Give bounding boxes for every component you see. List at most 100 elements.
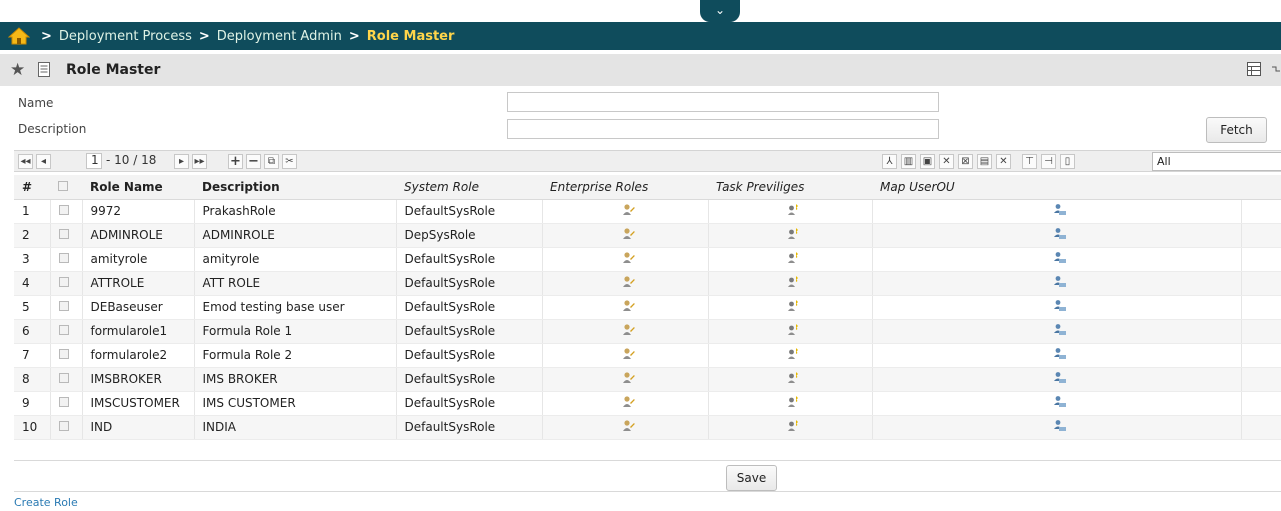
- role-name-link[interactable]: ATTROLE: [82, 271, 195, 296]
- collapse-header-toggle[interactable]: ⌄: [700, 0, 740, 22]
- user-edit-icon[interactable]: [622, 420, 635, 435]
- user-key-icon[interactable]: [787, 348, 800, 363]
- table-row[interactable]: 1 9972 PrakashRole DefaultSysRole: [14, 199, 1281, 224]
- filter-select[interactable]: All: [1152, 152, 1281, 171]
- user-edit-icon[interactable]: [622, 348, 635, 363]
- cut-row-icon[interactable]: ✂: [282, 154, 297, 169]
- pdf-export-icon[interactable]: ⅄: [882, 154, 897, 169]
- user-key-icon[interactable]: [787, 204, 800, 219]
- breadcrumb-deployment-admin[interactable]: Deployment Admin: [217, 29, 342, 44]
- user-edit-icon[interactable]: [622, 324, 635, 339]
- row-checkbox[interactable]: [50, 343, 83, 368]
- system-role-link[interactable]: DefaultSysRole: [396, 415, 543, 440]
- select-all-checkbox[interactable]: [50, 175, 82, 200]
- role-name-link[interactable]: DEBaseuser: [82, 295, 195, 320]
- system-role-link[interactable]: DepSysRole: [396, 223, 543, 248]
- system-role-link[interactable]: DefaultSysRole: [396, 367, 543, 392]
- table-row[interactable]: 7 formularole2 Formula Role 2 DefaultSysRol…: [14, 343, 1281, 368]
- last-page-icon[interactable]: ▸▸: [192, 154, 207, 169]
- user-key-icon[interactable]: [787, 252, 800, 267]
- freeze-column-icon[interactable]: ⊤: [1022, 154, 1037, 169]
- row-checkbox[interactable]: [50, 295, 83, 320]
- role-name-link[interactable]: IND: [82, 415, 195, 440]
- html-export-icon[interactable]: ▣: [920, 154, 935, 169]
- user-group-icon[interactable]: [1053, 300, 1067, 315]
- row-checkbox[interactable]: [50, 199, 83, 224]
- table-row[interactable]: 4 ATTROLE ATT ROLE DefaultSysRole: [14, 271, 1281, 296]
- columns-icon[interactable]: ▯: [1060, 154, 1075, 169]
- user-edit-icon[interactable]: [622, 228, 635, 243]
- user-group-icon[interactable]: [1053, 276, 1067, 291]
- role-name-link[interactable]: 9972: [82, 199, 195, 224]
- user-edit-icon[interactable]: [622, 204, 635, 219]
- table-row[interactable]: 8 IMSBROKER IMS BROKER DefaultSysRole: [14, 367, 1281, 392]
- row-checkbox[interactable]: [50, 391, 83, 416]
- fetch-button[interactable]: Fetch: [1206, 117, 1267, 143]
- user-group-icon[interactable]: [1053, 396, 1067, 411]
- user-group-icon[interactable]: [1053, 324, 1067, 339]
- next-page-icon[interactable]: ▸: [174, 154, 189, 169]
- role-name-link[interactable]: amityrole: [82, 247, 195, 272]
- row-checkbox[interactable]: [50, 367, 83, 392]
- breadcrumb-deployment-process[interactable]: Deployment Process: [59, 29, 192, 44]
- excel-export-icon[interactable]: ✕: [939, 154, 954, 169]
- home-icon[interactable]: [7, 26, 31, 46]
- save-button[interactable]: Save: [726, 465, 777, 491]
- row-checkbox[interactable]: [50, 415, 83, 440]
- user-key-icon[interactable]: [787, 228, 800, 243]
- role-name-link[interactable]: formularole1: [82, 319, 195, 344]
- row-checkbox[interactable]: [50, 319, 83, 344]
- user-edit-icon[interactable]: [622, 396, 635, 411]
- user-edit-icon[interactable]: [622, 300, 635, 315]
- role-name-link[interactable]: IMSCUSTOMER: [82, 391, 195, 416]
- table-row[interactable]: 9 IMSCUSTOMER IMS CUSTOMER DefaultSysRole: [14, 391, 1281, 416]
- table-row[interactable]: 5 DEBaseuser Emod testing base user Default…: [14, 295, 1281, 320]
- user-group-icon[interactable]: [1053, 228, 1067, 243]
- previous-page-icon[interactable]: ◂: [36, 154, 51, 169]
- copy-row-icon[interactable]: ⧉: [264, 154, 279, 169]
- star-icon[interactable]: ★: [10, 60, 32, 80]
- system-role-link[interactable]: DefaultSysRole: [396, 271, 543, 296]
- user-group-icon[interactable]: [1053, 348, 1067, 363]
- user-group-icon[interactable]: [1053, 204, 1067, 219]
- user-group-icon[interactable]: [1053, 372, 1067, 387]
- user-key-icon[interactable]: [787, 324, 800, 339]
- create-role-link[interactable]: Create Role: [14, 496, 78, 509]
- role-name-link[interactable]: IMSBROKER: [82, 367, 195, 392]
- user-edit-icon[interactable]: [622, 372, 635, 387]
- row-checkbox[interactable]: [50, 223, 83, 248]
- user-group-icon[interactable]: [1053, 420, 1067, 435]
- system-role-link[interactable]: DefaultSysRole: [396, 247, 543, 272]
- description-input[interactable]: [507, 119, 939, 139]
- system-role-link[interactable]: DefaultSysRole: [396, 199, 543, 224]
- excel-data-icon[interactable]: ⊠: [958, 154, 973, 169]
- system-role-link[interactable]: DefaultSysRole: [396, 295, 543, 320]
- table-row[interactable]: 2 ADMINROLE ADMINROLE DepSysRole: [14, 223, 1281, 248]
- role-name-link[interactable]: ADMINROLE: [82, 223, 195, 248]
- print-icon[interactable]: ▤: [977, 154, 992, 169]
- split-column-icon[interactable]: ⊣: [1041, 154, 1056, 169]
- column-header-role-name[interactable]: Role Name: [82, 175, 194, 200]
- grid-view-icon[interactable]: [1247, 62, 1261, 79]
- row-checkbox[interactable]: [50, 247, 83, 272]
- expand-icon[interactable]: [1271, 62, 1281, 79]
- xml-export-icon[interactable]: ✕: [996, 154, 1011, 169]
- user-key-icon[interactable]: [787, 420, 800, 435]
- user-group-icon[interactable]: [1053, 252, 1067, 267]
- delete-row-icon[interactable]: −: [246, 154, 261, 169]
- system-role-link[interactable]: DefaultSysRole: [396, 391, 543, 416]
- user-key-icon[interactable]: [787, 276, 800, 291]
- user-edit-icon[interactable]: [622, 252, 635, 267]
- system-role-link[interactable]: DefaultSysRole: [396, 319, 543, 344]
- add-row-icon[interactable]: +: [228, 154, 243, 169]
- name-input[interactable]: [507, 92, 939, 112]
- table-row[interactable]: 10 IND INDIA DefaultSysRole: [14, 415, 1281, 440]
- role-name-link[interactable]: formularole2: [82, 343, 195, 368]
- table-row[interactable]: 3 amityrole amityrole DefaultSysRole: [14, 247, 1281, 272]
- user-edit-icon[interactable]: [622, 276, 635, 291]
- chart-icon[interactable]: ▥: [901, 154, 916, 169]
- user-key-icon[interactable]: [787, 396, 800, 411]
- column-header-description[interactable]: Description: [194, 175, 396, 200]
- system-role-link[interactable]: DefaultSysRole: [396, 343, 543, 368]
- first-page-icon[interactable]: ◂◂: [18, 154, 33, 169]
